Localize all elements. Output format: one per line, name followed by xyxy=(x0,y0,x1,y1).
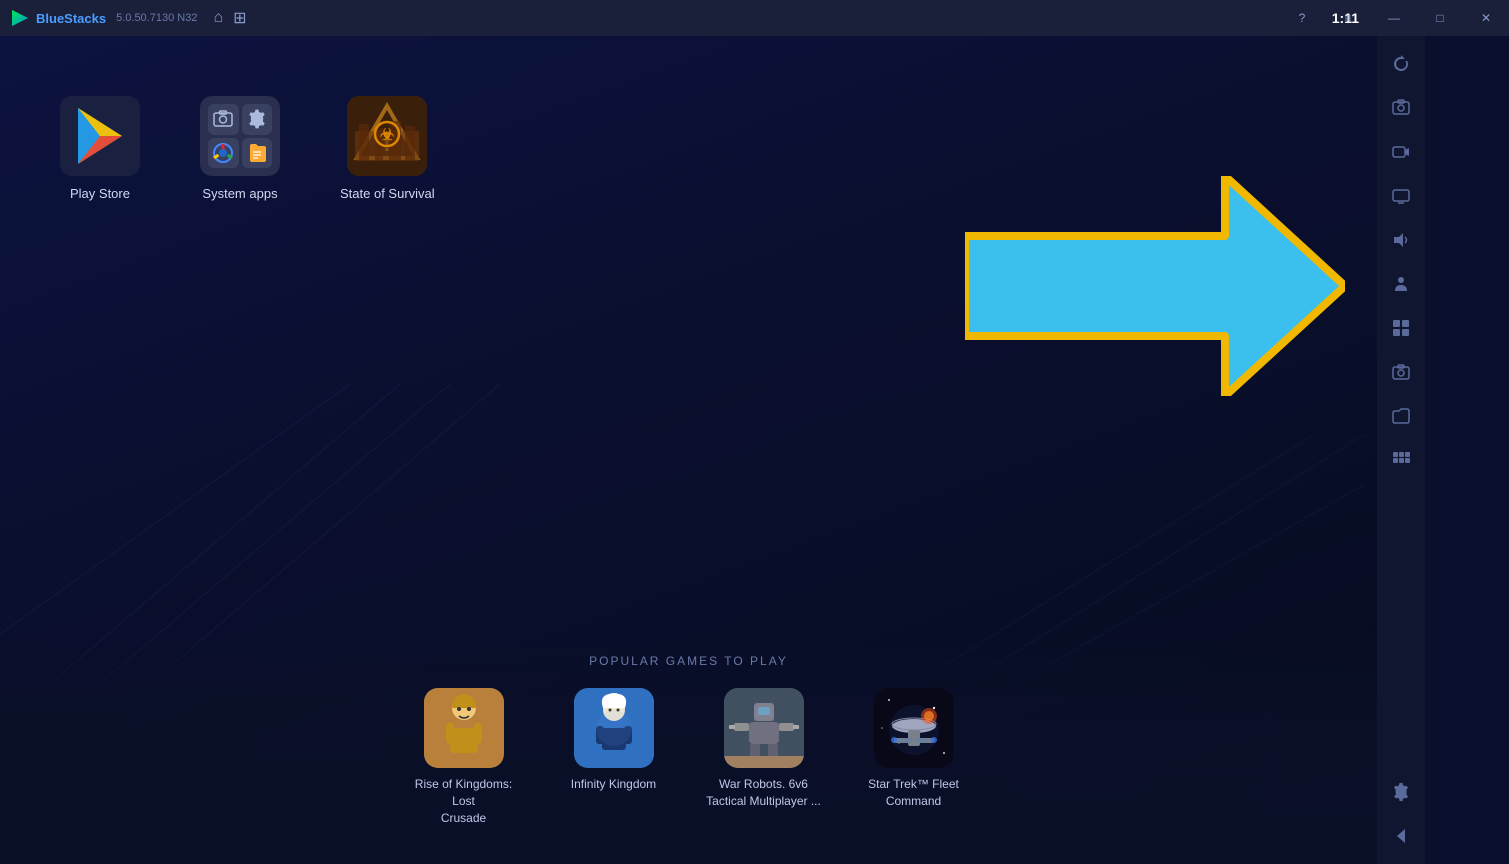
sidebar-icon-back[interactable] xyxy=(1381,816,1421,856)
game-war-robots[interactable]: War Robots. 6v6Tactical Multiplayer ... xyxy=(704,688,824,810)
window-controls: ? ≡ — □ ✕ xyxy=(1279,0,1509,36)
system-apps-app[interactable]: System apps xyxy=(200,96,280,201)
app-logo: BlueStacks 5.0.50.7130 N32 xyxy=(10,8,197,28)
sidebar-icon-video[interactable] xyxy=(1381,132,1421,172)
game-rise-of-kingdoms[interactable]: Rise of Kingdoms: LostCrusade xyxy=(404,688,524,826)
bluestacks-logo-icon xyxy=(10,8,30,28)
play-store-label: Play Store xyxy=(70,186,130,201)
game-label-rise-of-kingdoms: Rise of Kingdoms: LostCrusade xyxy=(404,776,524,826)
game-infinity-kingdom[interactable]: Infinity Kingdom xyxy=(554,688,674,793)
sidebar-icon-folder[interactable] xyxy=(1381,396,1421,436)
app-name-label: BlueStacks xyxy=(36,11,106,26)
game-label-infinity-kingdom: Infinity Kingdom xyxy=(571,776,656,793)
game-thumb-infinity-kingdom xyxy=(574,688,654,768)
popular-games-list: Rise of Kingdoms: LostCrusade xyxy=(404,688,974,826)
play-store-app[interactable]: Play Store xyxy=(60,96,140,201)
sidebar-icon-apps[interactable] xyxy=(1381,440,1421,480)
sidebar-icon-refresh[interactable] xyxy=(1381,44,1421,84)
menu-button[interactable]: ≡ xyxy=(1325,0,1371,36)
title-bar: BlueStacks 5.0.50.7130 N32 ⌂ ⊞ 1:11 ? ≡ … xyxy=(0,0,1509,36)
game-star-trek[interactable]: Star Trek™ FleetCommand xyxy=(854,688,974,810)
nav-icons: ⌂ ⊞ xyxy=(213,8,246,28)
sidebar-icon-settings[interactable] xyxy=(1381,772,1421,812)
game-thumb-star-trek xyxy=(874,688,954,768)
version-label: 5.0.50.7130 N32 xyxy=(116,12,197,24)
close-button[interactable]: ✕ xyxy=(1463,0,1509,36)
main-area: Play Store xyxy=(0,36,1425,864)
game-thumb-rise-of-kingdoms xyxy=(424,688,504,768)
minimize-button[interactable]: — xyxy=(1371,0,1417,36)
maximize-button[interactable]: □ xyxy=(1417,0,1463,36)
state-of-survival-app[interactable]: ! ☣ State of Survival xyxy=(340,96,435,201)
home-nav-icon[interactable]: ⌂ xyxy=(213,9,223,27)
sidebar-icon-sound[interactable] xyxy=(1381,220,1421,260)
system-apps-icon xyxy=(200,96,280,176)
play-store-icon xyxy=(60,96,140,176)
game-label-war-robots: War Robots. 6v6Tactical Multiplayer ... xyxy=(706,776,821,810)
annotation-arrow xyxy=(965,176,1345,396)
sidebar-icon-grid[interactable] xyxy=(1381,308,1421,348)
system-apps-label: System apps xyxy=(202,186,277,201)
right-sidebar xyxy=(1377,36,1425,864)
state-of-survival-icon: ! ☣ xyxy=(347,96,427,176)
sidebar-icon-camera2[interactable] xyxy=(1381,352,1421,392)
apps-area: Play Store xyxy=(60,96,435,201)
sidebar-icon-tv[interactable] xyxy=(1381,176,1421,216)
state-of-survival-label: State of Survival xyxy=(340,186,435,201)
multi-nav-icon[interactable]: ⊞ xyxy=(233,8,246,28)
sidebar-icon-screenshot[interactable] xyxy=(1381,88,1421,128)
bottom-section: POPULAR GAMES TO PLAY xyxy=(0,634,1377,864)
game-thumb-war-robots xyxy=(724,688,804,768)
help-button[interactable]: ? xyxy=(1279,0,1325,36)
game-label-star-trek: Star Trek™ FleetCommand xyxy=(868,776,959,810)
svg-text:☣: ☣ xyxy=(380,127,394,144)
popular-games-label: POPULAR GAMES TO PLAY xyxy=(589,654,788,668)
sidebar-icon-person[interactable] xyxy=(1381,264,1421,304)
